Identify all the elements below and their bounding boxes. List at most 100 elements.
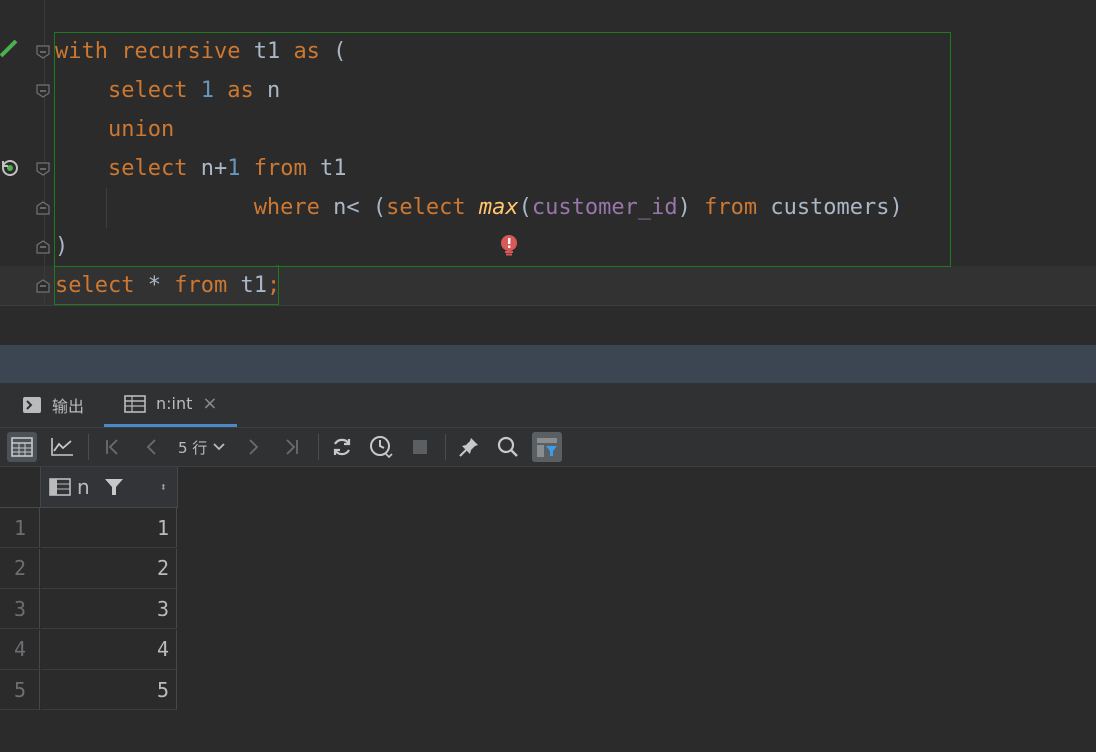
column-name: n bbox=[77, 475, 90, 499]
reload-icon bbox=[333, 438, 351, 456]
column-header-n[interactable]: n ⬍ bbox=[41, 467, 178, 508]
code-token: ( bbox=[518, 195, 532, 220]
first-page-icon bbox=[106, 439, 118, 455]
stop-icon bbox=[413, 440, 427, 454]
code-token: from bbox=[174, 273, 228, 298]
code-token: t1 bbox=[240, 39, 294, 64]
row-number[interactable]: 4 bbox=[0, 629, 40, 670]
results-toolbar: 5 行 bbox=[0, 428, 1096, 467]
code-token: from bbox=[253, 156, 307, 181]
chart-view-button[interactable] bbox=[47, 432, 77, 462]
code-token: recursive bbox=[121, 39, 241, 64]
filter-panel-icon bbox=[537, 438, 557, 457]
reload-button[interactable] bbox=[327, 432, 357, 462]
code-line[interactable]: ) bbox=[55, 235, 68, 259]
statement-highlight bbox=[54, 32, 951, 267]
table-cell[interactable]: 5 bbox=[41, 670, 177, 710]
code-token: as bbox=[227, 78, 254, 103]
tab-output[interactable]: 输出 bbox=[22, 383, 84, 427]
code-line[interactable]: select 1 as n bbox=[55, 79, 280, 103]
table-cell[interactable]: 3 bbox=[41, 589, 177, 629]
stop-button[interactable] bbox=[405, 432, 435, 462]
fold-marker-icon[interactable] bbox=[36, 201, 50, 215]
code-token: ) bbox=[677, 195, 705, 220]
code-line[interactable]: select * from t1; bbox=[55, 274, 280, 298]
history-button[interactable] bbox=[366, 432, 396, 462]
filter-icon[interactable] bbox=[104, 477, 124, 497]
grid-corner bbox=[0, 467, 41, 508]
tab-output-label: 输出 bbox=[52, 397, 85, 416]
chevron-right-icon bbox=[249, 439, 259, 455]
next-page-button[interactable] bbox=[239, 432, 269, 462]
table-cell[interactable]: 1 bbox=[41, 508, 177, 548]
chevron-down-icon bbox=[213, 443, 225, 451]
code-token: customers) bbox=[757, 195, 903, 220]
services-panel-header bbox=[0, 345, 1096, 383]
results-panel: 输出 n:int × 5 行 n ⬍ 1 1 2 2 3 3 4 4 5 5 bbox=[0, 383, 1096, 752]
code-line[interactable]: with recursive t1 as ( bbox=[55, 40, 346, 64]
page-size-select[interactable]: 5 行 bbox=[178, 432, 226, 462]
code-token: select bbox=[386, 195, 466, 220]
code-token: n bbox=[253, 78, 281, 103]
row-number[interactable]: 2 bbox=[0, 548, 40, 589]
code-token: * bbox=[134, 273, 175, 298]
toolbar-separator bbox=[88, 434, 89, 460]
sql-editor[interactable]: with recursive t1 as ( select 1 as n uni… bbox=[0, 0, 1096, 306]
table-view-button[interactable] bbox=[7, 432, 37, 462]
sort-icon[interactable]: ⬍ bbox=[160, 480, 167, 494]
row-number[interactable]: 5 bbox=[0, 670, 40, 710]
pin-icon bbox=[459, 438, 478, 457]
table-cell[interactable]: 2 bbox=[41, 548, 177, 589]
fold-marker-icon[interactable] bbox=[36, 279, 50, 293]
code-token: as bbox=[293, 39, 320, 64]
check-icon bbox=[0, 40, 18, 58]
fold-marker-icon[interactable] bbox=[36, 162, 50, 176]
code-token: select bbox=[55, 273, 135, 298]
table-cell[interactable]: 4 bbox=[41, 629, 177, 670]
code-token: union bbox=[107, 117, 175, 142]
first-page-button[interactable] bbox=[97, 432, 127, 462]
code-token: 1 bbox=[227, 156, 241, 181]
statement-highlight bbox=[276, 265, 277, 266]
code-token: n< ( bbox=[319, 195, 387, 220]
code-token: from bbox=[704, 195, 758, 220]
code-token: ( bbox=[319, 39, 347, 64]
column-icon bbox=[49, 478, 71, 496]
code-token: ; bbox=[266, 273, 281, 298]
results-tabs: 输出 n:int × bbox=[0, 383, 1096, 428]
chevron-left-icon bbox=[146, 439, 156, 455]
code-line[interactable]: union bbox=[55, 118, 174, 142]
bulb-icon[interactable] bbox=[499, 234, 519, 256]
fold-marker-icon[interactable] bbox=[36, 45, 50, 59]
fold-marker-icon[interactable] bbox=[36, 84, 50, 98]
search-button[interactable] bbox=[493, 432, 523, 462]
grid-icon bbox=[11, 437, 33, 457]
table-icon bbox=[124, 394, 146, 413]
prev-page-button[interactable] bbox=[136, 432, 166, 462]
rerun-icon[interactable] bbox=[0, 157, 20, 177]
code-token: 1 bbox=[200, 78, 214, 103]
row-number[interactable]: 3 bbox=[0, 589, 40, 629]
last-page-button[interactable] bbox=[277, 432, 307, 462]
fold-marker-icon[interactable] bbox=[36, 240, 50, 254]
close-icon[interactable]: × bbox=[202, 393, 217, 414]
code-line[interactable]: select n+1 from t1 bbox=[55, 157, 346, 181]
clock-icon bbox=[370, 436, 393, 459]
code-line[interactable]: where n< (select max(customer_id) from c… bbox=[55, 196, 903, 220]
page-size-label: 5 行 bbox=[178, 438, 208, 457]
row-number[interactable]: 1 bbox=[0, 508, 40, 548]
filter-toggle-button[interactable] bbox=[532, 432, 562, 462]
code-token: n+ bbox=[187, 156, 228, 181]
pin-button[interactable] bbox=[454, 432, 484, 462]
code-token: t1 bbox=[227, 273, 267, 298]
tab-result[interactable]: n:int × bbox=[104, 383, 238, 427]
search-icon bbox=[497, 436, 518, 457]
code-token: t1 bbox=[306, 156, 347, 181]
